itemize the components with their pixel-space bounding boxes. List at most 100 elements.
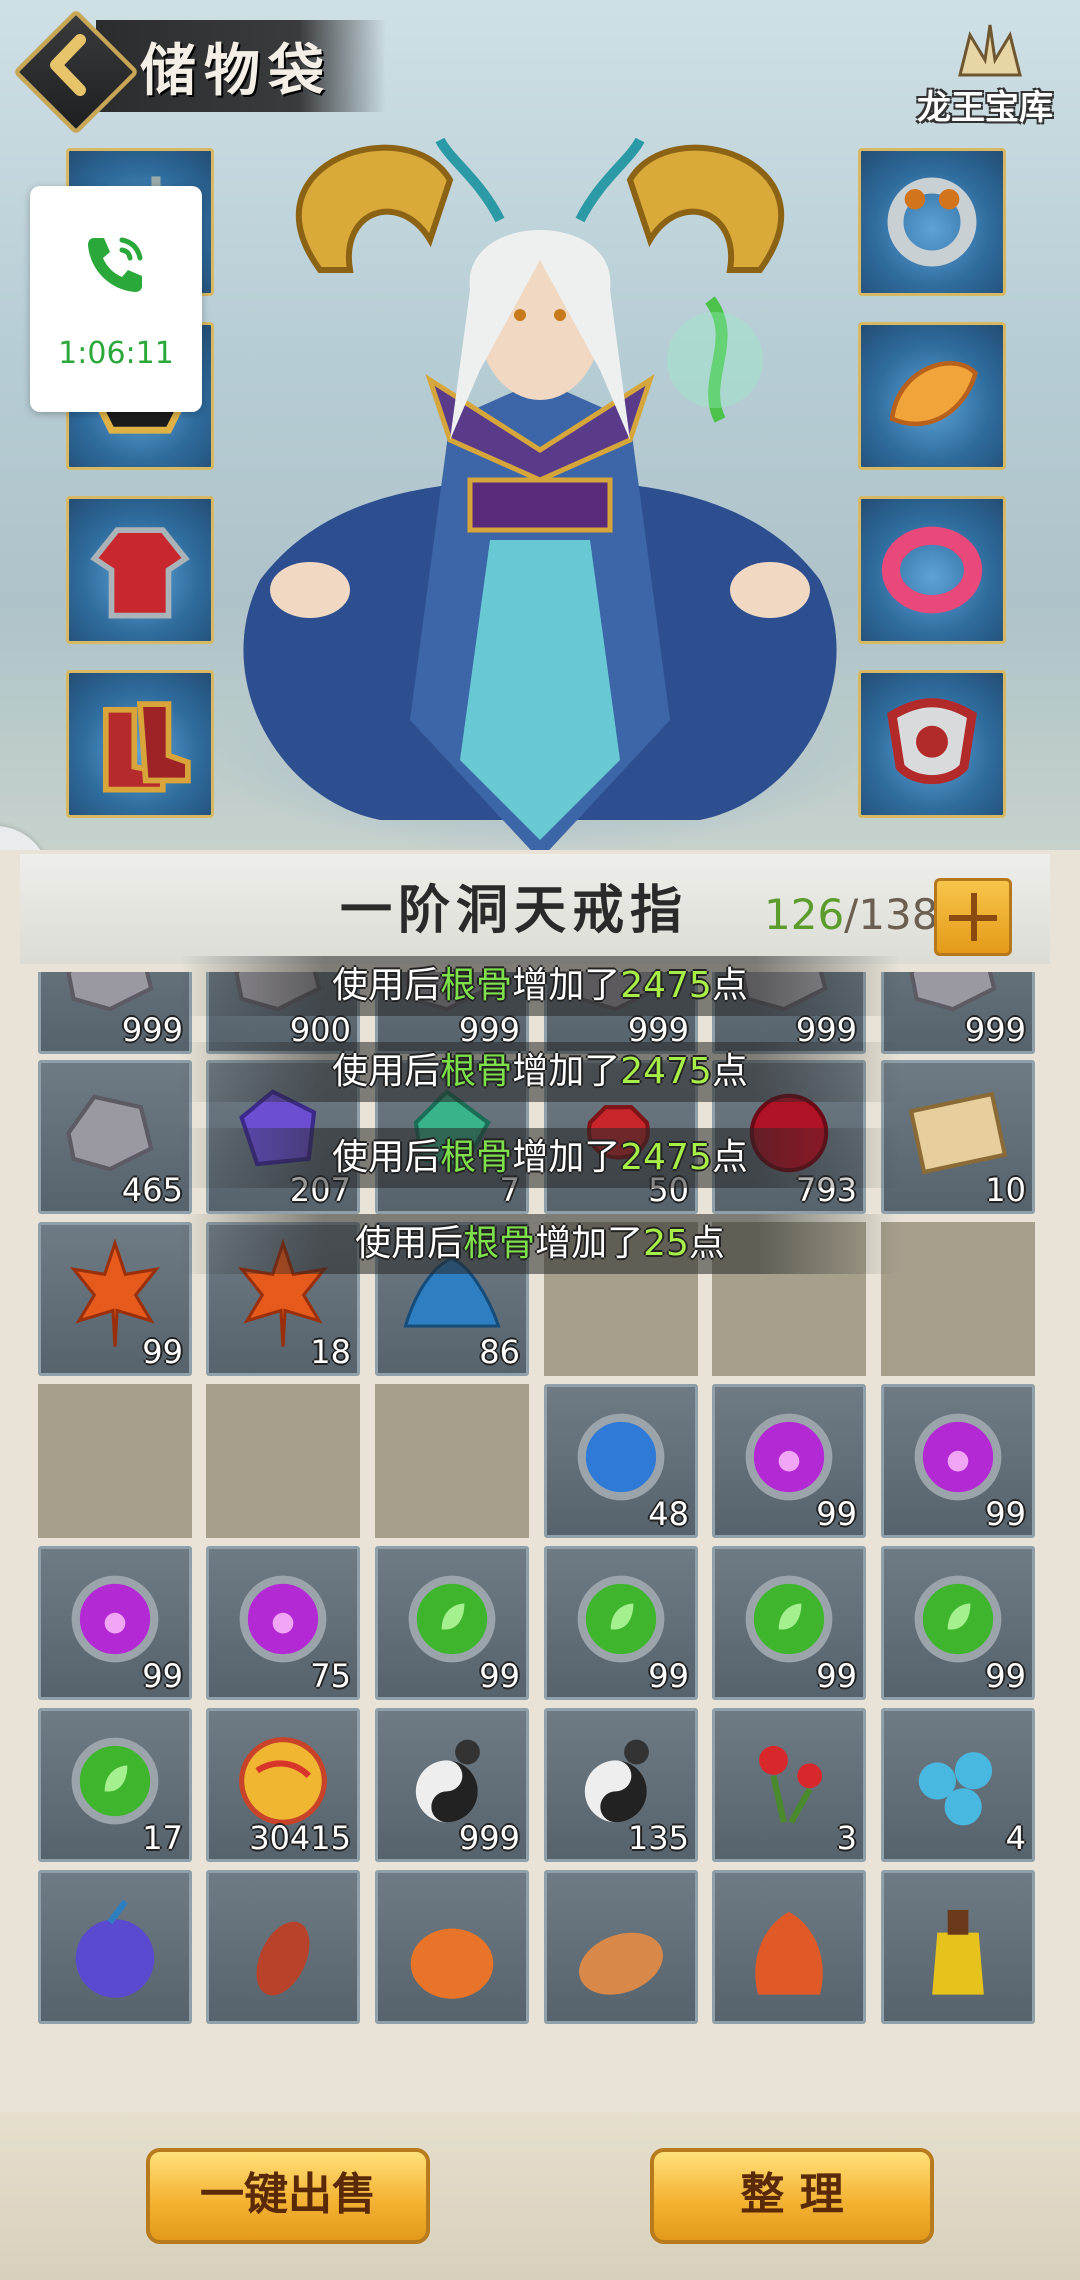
capacity-total: /138 (844, 890, 939, 939)
toast-message: 使用后根骨增加了2475点 (180, 1042, 900, 1102)
inventory-slot[interactable]: 17 (38, 1708, 192, 1862)
empty-inventory-slot[interactable] (206, 1384, 360, 1538)
inventory-slot[interactable] (375, 1870, 529, 2024)
inventory-slot[interactable]: 999 (881, 972, 1035, 1054)
toast-attr: 根骨 (440, 1137, 513, 1178)
item-count: 17 (142, 1819, 183, 1857)
toast-attr: 根骨 (463, 1223, 536, 1264)
item-count: 135 (627, 1819, 689, 1857)
empty-inventory-slot[interactable] (375, 1384, 529, 1538)
inventory-slot[interactable]: 30415 (206, 1708, 360, 1862)
inventory-slot[interactable]: 99 (881, 1384, 1035, 1538)
item-count: 99 (142, 1333, 183, 1371)
treasury-label: 龙王宝库 (917, 88, 1053, 128)
inventory-slot[interactable]: 465 (38, 1060, 192, 1214)
inventory-slot[interactable] (712, 1870, 866, 2024)
inventory-slot[interactable]: 99 (881, 1546, 1035, 1700)
item-count: 3 (836, 1819, 857, 1857)
page-title: 储物袋 (140, 38, 332, 104)
inventory-slot[interactable]: 99 (712, 1546, 866, 1700)
inventory-slot[interactable]: 135 (544, 1708, 698, 1862)
empty-inventory-slot[interactable] (881, 1222, 1035, 1376)
sweet-potato-icon (579, 1932, 663, 1995)
equip-slot-amulet[interactable] (858, 322, 1006, 470)
toast-value: 2475 (620, 965, 712, 1006)
character-portrait (243, 137, 837, 860)
inventory-slot[interactable]: 75 (206, 1546, 360, 1700)
red-flower-icon (759, 1745, 823, 1824)
toast-value: 25 (643, 1223, 689, 1264)
toast-message: 使用后根骨增加了2475点 (180, 1128, 900, 1188)
equip-slot-ring[interactable] (858, 148, 1006, 296)
toast-mid: 增加了 (512, 965, 621, 1006)
toast-attr: 根骨 (440, 965, 513, 1006)
item-count: 99 (985, 1657, 1026, 1695)
toast-message: 使用后根骨增加了25点 (180, 1214, 900, 1274)
item-count: 10 (985, 1171, 1026, 1209)
inventory-slot[interactable] (38, 1870, 192, 2024)
inventory-slot[interactable]: 4 (881, 1708, 1035, 1862)
item-count: 75 (310, 1657, 351, 1695)
equip-slot-boots[interactable] (66, 670, 214, 818)
toast-mid: 增加了 (512, 1051, 621, 1092)
inventory-slot[interactable] (881, 1870, 1035, 2024)
robe-icon (90, 527, 190, 619)
item-count: 99 (479, 1657, 520, 1695)
orange-lantern-icon (410, 1928, 494, 1999)
bracelet-icon (881, 526, 983, 614)
toast-mid: 增加了 (512, 1137, 621, 1178)
item-count: 99 (142, 1657, 183, 1695)
inventory-slot[interactable]: 99 (38, 1222, 192, 1376)
blue-berries-icon (918, 1752, 993, 1826)
inventory-slot[interactable]: 99 (544, 1546, 698, 1700)
inventory-slot[interactable] (544, 1870, 698, 2024)
inventory-slot[interactable]: 10 (881, 1060, 1035, 1214)
equip-slot-bracelet[interactable] (858, 496, 1006, 644)
back-arrow-icon (50, 34, 86, 96)
toast-attr: 根骨 (440, 1051, 513, 1092)
toast-suffix: 点 (711, 1051, 748, 1092)
toast-message: 使用后根骨增加了2475点 (180, 956, 900, 1016)
item-count: 99 (648, 1657, 689, 1695)
inventory-slot[interactable]: 999 (375, 1708, 529, 1862)
inventory-slot[interactable]: 99 (712, 1384, 866, 1538)
empty-inventory-slot[interactable] (38, 1384, 192, 1538)
expand-capacity-button[interactable] (934, 878, 1012, 956)
dragon-king-treasury-button[interactable]: 龙王宝库 (910, 20, 1060, 140)
inventory-slot[interactable] (206, 1870, 360, 2024)
item-count: 99 (985, 1495, 1026, 1533)
toast-prefix: 使用后 (355, 1223, 464, 1264)
toast-suffix: 点 (688, 1223, 725, 1264)
item-count: 999 (964, 1011, 1026, 1049)
toast-suffix: 点 (711, 965, 748, 1006)
capacity-used: 126 (764, 890, 845, 939)
purple-fruit-icon (75, 1899, 155, 1998)
organize-button[interactable]: 整 理 (650, 2148, 934, 2244)
toast-value: 2475 (620, 1137, 712, 1178)
inventory-slot[interactable]: 99 (375, 1546, 529, 1700)
inventory-slot[interactable]: 99 (38, 1546, 192, 1700)
inventory-slot[interactable]: 3 (712, 1708, 866, 1862)
call-duration: 1:06:11 (58, 336, 174, 371)
yellow-fruit-icon (932, 1909, 984, 1995)
sell-all-button[interactable]: 一键出售 (146, 2148, 430, 2244)
toast-prefix: 使用后 (332, 1137, 441, 1178)
drumstick-icon (256, 1921, 310, 1996)
boots-icon (102, 701, 191, 793)
inventory-slot[interactable]: 999 (38, 972, 192, 1054)
item-count: 48 (648, 1495, 689, 1533)
amulet-icon (889, 361, 978, 427)
equip-slot-robe[interactable] (66, 496, 214, 644)
shield-icon (887, 698, 977, 785)
call-widget[interactable]: 1:06:11 (30, 186, 202, 412)
inventory-slot[interactable]: 48 (544, 1384, 698, 1538)
orange-bulb-icon (755, 1912, 823, 1995)
item-count: 99 (816, 1657, 857, 1695)
toast-value: 2475 (620, 1051, 712, 1092)
item-count: 465 (121, 1171, 183, 1209)
bag-title: 一阶洞天戒指 (340, 880, 689, 941)
item-count: 4 (1005, 1819, 1026, 1857)
toast-suffix: 点 (711, 1137, 748, 1178)
equip-slot-shield[interactable] (858, 670, 1006, 818)
toast-prefix: 使用后 (332, 1051, 441, 1092)
